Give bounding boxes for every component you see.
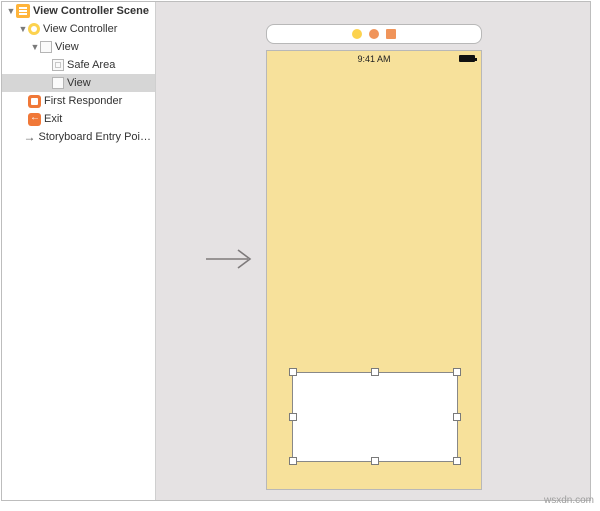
- outline-child-view[interactable]: View: [2, 74, 155, 92]
- outline-scene[interactable]: ▼ View Controller Scene: [2, 2, 155, 20]
- resize-handle[interactable]: [371, 368, 379, 376]
- device-root-view[interactable]: 9:41 AM: [266, 50, 482, 490]
- outline-entry-point[interactable]: → Storyboard Entry Poi…: [2, 128, 155, 146]
- exit-dock-icon[interactable]: [386, 29, 396, 39]
- outline-label: View Controller: [43, 23, 117, 35]
- resize-handle[interactable]: [289, 457, 297, 465]
- document-outline[interactable]: ▼ View Controller Scene ▼ View Controlle…: [2, 2, 156, 500]
- status-bar: 9:41 AM: [267, 51, 481, 67]
- exit-icon: [28, 113, 41, 126]
- first-responder-dock-icon[interactable]: [369, 29, 379, 39]
- entry-point-arrow-icon: →: [23, 130, 36, 144]
- editor-frame: ▼ View Controller Scene ▼ View Controlle…: [1, 1, 591, 501]
- outline-label: View: [55, 41, 79, 53]
- view-controller-icon: [28, 23, 40, 35]
- storyboard-canvas[interactable]: 9:41 AM: [156, 2, 590, 500]
- status-bar-time: 9:41 AM: [357, 54, 390, 64]
- outline-label: View: [67, 77, 91, 89]
- view-icon: [40, 41, 52, 53]
- resize-handle[interactable]: [371, 457, 379, 465]
- outline-label: Exit: [44, 113, 62, 125]
- view-controller-dock-icon[interactable]: [352, 29, 362, 39]
- resize-handle[interactable]: [453, 368, 461, 376]
- outline-label: Safe Area: [67, 59, 115, 71]
- disclosure-triangle-icon[interactable]: ▼: [30, 42, 40, 52]
- safe-area-icon: [52, 59, 64, 71]
- disclosure-triangle-icon[interactable]: ▼: [18, 24, 28, 34]
- scene-container[interactable]: 9:41 AM: [266, 24, 482, 490]
- resize-handle[interactable]: [453, 457, 461, 465]
- selected-subview[interactable]: [293, 373, 457, 461]
- outline-safe-area[interactable]: Safe Area: [2, 56, 155, 74]
- resize-handle[interactable]: [453, 413, 461, 421]
- outline-label: First Responder: [44, 95, 122, 107]
- battery-icon: [459, 55, 475, 62]
- watermark: wsxdn.com: [544, 495, 594, 506]
- first-responder-icon: [28, 95, 41, 108]
- scene-dock[interactable]: [266, 24, 482, 44]
- resize-handle[interactable]: [289, 368, 297, 376]
- outline-first-responder[interactable]: First Responder: [2, 92, 155, 110]
- scene-icon: [16, 4, 30, 18]
- disclosure-triangle-icon[interactable]: ▼: [6, 6, 16, 16]
- outline-label: Storyboard Entry Poi…: [39, 131, 152, 143]
- outline-view-controller[interactable]: ▼ View Controller: [2, 20, 155, 38]
- outline-label: View Controller Scene: [33, 5, 149, 17]
- resize-handle[interactable]: [289, 413, 297, 421]
- outline-root-view[interactable]: ▼ View: [2, 38, 155, 56]
- outline-exit[interactable]: Exit: [2, 110, 155, 128]
- storyboard-entry-arrow-icon: [204, 247, 258, 271]
- view-icon: [52, 77, 64, 89]
